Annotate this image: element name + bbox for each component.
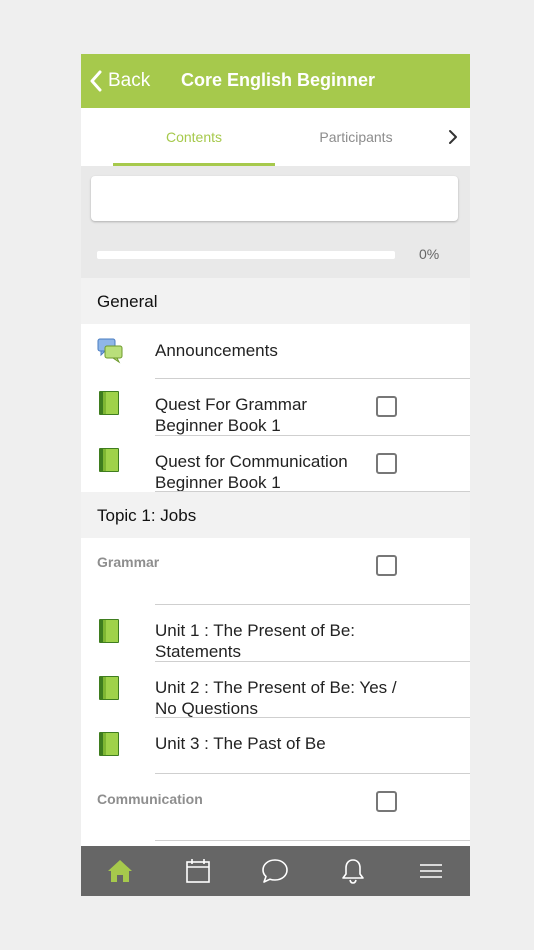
course-summary-card — [91, 176, 458, 221]
progress-bar — [97, 251, 395, 259]
completion-checkbox[interactable] — [376, 396, 397, 417]
activity-unit-3[interactable]: Unit 3 : The Past of Be — [81, 718, 470, 774]
section-title: Topic 1: Jobs — [97, 506, 197, 525]
back-button[interactable]: Back — [89, 68, 150, 94]
nav-calendar[interactable] — [159, 846, 237, 896]
course-progress-panel: 0% — [81, 166, 470, 278]
activity-label: Announcements — [155, 341, 278, 360]
chevron-right-icon[interactable] — [443, 127, 463, 147]
back-label: Back — [108, 70, 151, 91]
progress-percent: 0% — [419, 246, 440, 262]
nav-notifications[interactable] — [314, 846, 392, 896]
label-grammar: Grammar — [81, 538, 470, 605]
nav-menu[interactable] — [392, 846, 470, 896]
tab-participants[interactable]: Participants — [275, 108, 437, 166]
label-communication: Communication — [81, 774, 470, 841]
tab-bar: Contents Participants — [81, 108, 470, 166]
activity-label: Unit 2 : The Present of Be: Yes / No Que… — [155, 678, 397, 718]
activity-unit-1[interactable]: Unit 1 : The Present of Be: Statements — [81, 605, 470, 662]
book-icon — [99, 732, 119, 756]
completion-checkbox[interactable] — [376, 453, 397, 474]
nav-messages[interactable] — [237, 846, 315, 896]
app-screen: Back Core English Beginner Contents Part… — [81, 54, 470, 896]
activity-quest-communication[interactable]: Quest for Communication Beginner Book 1 — [81, 436, 470, 492]
chevron-left-icon — [90, 70, 102, 92]
page-title: Core English Beginner — [181, 70, 376, 90]
book-icon — [99, 448, 119, 472]
completion-checkbox[interactable] — [376, 791, 397, 812]
section-header-topic-1: Topic 1: Jobs — [81, 492, 470, 538]
tab-contents[interactable]: Contents — [113, 108, 275, 166]
section-title: General — [97, 292, 158, 311]
forum-icon — [97, 338, 123, 364]
home-icon — [107, 860, 132, 882]
section-header-general: General — [81, 278, 470, 324]
activity-label: Quest For Grammar Beginner Book 1 — [155, 395, 308, 435]
book-icon — [99, 391, 119, 415]
menu-icon — [420, 864, 443, 878]
activity-label: Unit 3 : The Past of Be — [155, 734, 326, 753]
activity-unit-2[interactable]: Unit 2 : The Present of Be: Yes / No Que… — [81, 662, 470, 718]
row-divider — [155, 840, 470, 841]
app-header: Back Core English Beginner — [81, 54, 470, 108]
chat-icon — [262, 859, 289, 883]
activity-announcements[interactable]: Announcements — [81, 324, 470, 379]
book-icon — [99, 676, 119, 700]
label-text: Grammar — [97, 554, 160, 570]
bottom-nav — [81, 846, 470, 896]
label-text: Communication — [97, 791, 203, 807]
completion-checkbox[interactable] — [376, 555, 397, 576]
activity-label: Quest for Communication Beginner Book 1 — [155, 452, 348, 492]
book-icon — [99, 619, 119, 643]
calendar-icon — [185, 859, 210, 883]
nav-home[interactable] — [81, 846, 159, 896]
bell-icon — [342, 859, 365, 884]
activity-label: Unit 1 : The Present of Be: Statements — [155, 621, 356, 661]
activity-quest-grammar[interactable]: Quest For Grammar Beginner Book 1 — [81, 379, 470, 436]
